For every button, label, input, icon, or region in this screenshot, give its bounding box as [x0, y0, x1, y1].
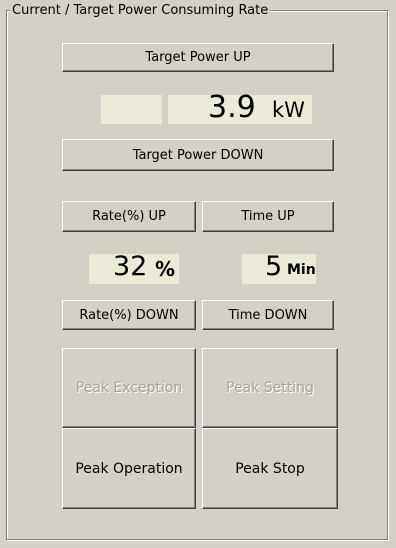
target-power-up-button[interactable]: Target Power UP: [62, 43, 334, 72]
peak-stop-button[interactable]: Peak Stop: [202, 428, 338, 509]
target-power-value: 3.9: [208, 90, 256, 125]
peak-operation-button[interactable]: Peak Operation: [62, 428, 196, 509]
group-title: Current / Target Power Consuming Rate: [10, 3, 271, 18]
target-power-blank-field: [101, 95, 162, 124]
rate-value: 32: [113, 251, 148, 282]
time-unit: Min: [287, 262, 316, 278]
target-power-down-button[interactable]: Target Power DOWN: [62, 139, 334, 171]
time-value: 5: [265, 251, 283, 282]
target-power-unit: kW: [272, 98, 305, 122]
rate-up-button[interactable]: Rate(%) UP: [62, 201, 196, 232]
peak-setting-button[interactable]: Peak Setting: [202, 348, 338, 428]
time-up-button[interactable]: Time UP: [202, 201, 334, 232]
rate-unit: %: [155, 257, 176, 281]
time-down-button[interactable]: Time DOWN: [202, 300, 334, 330]
rate-down-button[interactable]: Rate(%) DOWN: [62, 300, 196, 330]
peak-exception-button[interactable]: Peak Exception: [62, 348, 196, 428]
